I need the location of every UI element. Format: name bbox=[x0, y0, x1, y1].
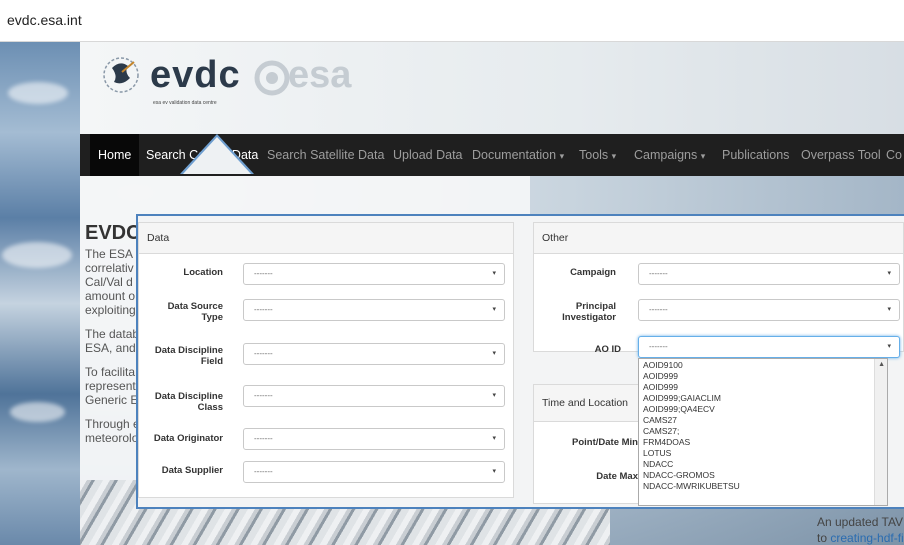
nav-campaigns[interactable]: Campaigns ▾ bbox=[634, 134, 705, 176]
esa-mark-icon bbox=[254, 60, 290, 96]
dropdown-arrow-icon: ▾ bbox=[492, 435, 496, 442]
dropdown-arrow-icon: ▾ bbox=[887, 270, 891, 277]
nav-search-satellite[interactable]: Search Satellite Data bbox=[267, 134, 384, 176]
principal-investigator-select[interactable]: ------- ▾ bbox=[638, 299, 900, 321]
principal-investigator-value: ------- bbox=[649, 305, 668, 314]
campaign-select[interactable]: ------- ▾ bbox=[638, 263, 900, 285]
data-source-type-value: ------- bbox=[254, 305, 273, 314]
data-source-type-label: Data Source Type bbox=[167, 301, 223, 323]
ao-id-option[interactable]: NDACC-GROMOS bbox=[643, 470, 715, 480]
data-supplier-select[interactable]: ------- ▾ bbox=[243, 461, 505, 483]
data-originator-value: ------- bbox=[254, 434, 273, 443]
tav-notice-text: An updated TAV file bbox=[817, 515, 904, 529]
dropdown-arrow-icon: ▾ bbox=[492, 306, 496, 313]
date-max-label: Date Max bbox=[596, 471, 638, 482]
nav-tools-label: Tools bbox=[579, 148, 609, 162]
earth-background bbox=[0, 42, 80, 545]
page-title: EVDC bbox=[85, 222, 141, 244]
evdc-logo-subtitle: esa ev validation data centre bbox=[153, 100, 217, 106]
other-panel-title: Other bbox=[534, 223, 903, 254]
data-filter-panel: Data Location ------- ▾ Data Source Type… bbox=[138, 222, 514, 498]
chevron-down-icon: ▾ bbox=[700, 151, 706, 161]
creating-hdf-files-link[interactable]: creating-hdf-files/ bbox=[830, 531, 904, 545]
esa-logo-text: esa bbox=[288, 54, 352, 96]
dropdown-arrow-icon: ▾ bbox=[887, 306, 891, 313]
url-text: evdc.esa.int bbox=[7, 12, 82, 28]
ao-id-option[interactable]: AOID999;QA4ECV bbox=[643, 404, 715, 414]
data-supplier-value: ------- bbox=[254, 467, 273, 476]
ao-id-option[interactable]: AOID999;GAIACLIM bbox=[643, 393, 721, 403]
dropdown-arrow-icon: ▾ bbox=[887, 343, 891, 350]
ao-id-select[interactable]: ------- ▾ bbox=[638, 336, 900, 358]
ao-id-dropdown-list[interactable]: AOID9100 AOID999 AOID999 AOID999;GAIACLI… bbox=[638, 358, 888, 506]
data-originator-select[interactable]: ------- ▾ bbox=[243, 428, 505, 450]
dropdown-arrow-icon: ▾ bbox=[492, 350, 496, 357]
ao-id-option[interactable]: AOID999 bbox=[643, 371, 678, 381]
data-discipline-class-value: ------- bbox=[254, 391, 273, 400]
ao-id-option[interactable]: NDACC-MWRIKUBETSU bbox=[643, 481, 740, 491]
time-location-panel: Time and Location Point/Date Min Date Ma… bbox=[533, 384, 643, 504]
dropdown-arrow-icon: ▾ bbox=[492, 270, 496, 277]
campaign-label: Campaign bbox=[570, 267, 616, 278]
ao-id-label: AO ID bbox=[594, 344, 621, 355]
location-select[interactable]: ------- ▾ bbox=[243, 263, 505, 285]
ao-id-option[interactable]: CAMS27 bbox=[643, 415, 677, 425]
data-discipline-field-label: Data Discipline Field bbox=[154, 345, 223, 367]
ao-id-option[interactable]: AOID999 bbox=[643, 382, 678, 392]
site-header: evdc esa ev validation data centre esa bbox=[80, 42, 904, 134]
time-location-panel-title: Time and Location bbox=[534, 385, 642, 422]
ao-id-option[interactable]: NDACC bbox=[643, 459, 673, 469]
cloud-decoration bbox=[10, 402, 65, 422]
nav-more[interactable]: Co bbox=[886, 134, 902, 176]
nav-campaigns-label: Campaigns bbox=[634, 148, 698, 162]
nav-upload-data[interactable]: Upload Data bbox=[393, 134, 463, 176]
chevron-down-icon: ▾ bbox=[559, 151, 565, 161]
nav-overpass-tool[interactable]: Overpass Tool bbox=[801, 134, 881, 176]
nav-documentation-label: Documentation bbox=[472, 148, 557, 162]
principal-investigator-label: Principal Investigator bbox=[562, 301, 616, 323]
ao-id-option[interactable]: CAMS27; bbox=[643, 426, 679, 436]
tav-notice-prefix: to bbox=[817, 531, 831, 545]
evdc-logo-text: evdc bbox=[150, 54, 241, 96]
tav-notice-line2: to creating-hdf-files/ bbox=[817, 531, 904, 545]
location-label: Location bbox=[183, 267, 223, 278]
zoomed-search-form-callout: Data Location ------- ▾ Data Source Type… bbox=[136, 214, 904, 509]
data-originator-label: Data Originator bbox=[153, 433, 223, 444]
data-source-type-select[interactable]: ------- ▾ bbox=[243, 299, 505, 321]
ao-id-option[interactable]: LOTUS bbox=[643, 448, 671, 458]
data-discipline-class-label: Data Discipline Class bbox=[154, 391, 223, 413]
nav-home[interactable]: Home bbox=[90, 134, 140, 176]
location-value: ------- bbox=[254, 269, 273, 278]
data-discipline-field-select[interactable]: ------- ▾ bbox=[243, 343, 505, 365]
ao-id-option[interactable]: AOID9100 bbox=[643, 360, 683, 370]
dropdown-arrow-icon: ▾ bbox=[492, 392, 496, 399]
data-discipline-field-value: ------- bbox=[254, 349, 273, 358]
data-panel-title: Data bbox=[139, 223, 513, 254]
nav-tools[interactable]: Tools ▾ bbox=[579, 134, 616, 176]
nav-documentation[interactable]: Documentation ▾ bbox=[472, 134, 564, 176]
cloud-decoration bbox=[8, 82, 68, 104]
cloud-decoration bbox=[2, 242, 72, 268]
nav-publications[interactable]: Publications bbox=[722, 134, 789, 176]
ao-id-value: ------- bbox=[649, 342, 668, 351]
campaign-value: ------- bbox=[649, 269, 668, 278]
data-discipline-class-select[interactable]: ------- ▾ bbox=[243, 385, 505, 407]
scroll-up-icon[interactable]: ▲ bbox=[878, 361, 885, 368]
dropdown-scrollbar[interactable]: ▲ bbox=[874, 359, 887, 505]
data-supplier-label: Data Supplier bbox=[161, 465, 223, 476]
browser-address-bar[interactable]: evdc.esa.int bbox=[0, 0, 904, 42]
evdc-globe-logo-icon bbox=[103, 57, 139, 93]
chevron-down-icon: ▾ bbox=[611, 151, 617, 161]
ao-id-option[interactable]: FRM4DOAS bbox=[643, 437, 690, 447]
callout-pointer-fill bbox=[183, 137, 251, 174]
other-filter-panel: Other Campaign ------- ▾ Principal Inves… bbox=[533, 222, 904, 352]
dropdown-arrow-icon: ▾ bbox=[492, 468, 496, 475]
point-date-min-label: Point/Date Min bbox=[572, 437, 638, 448]
